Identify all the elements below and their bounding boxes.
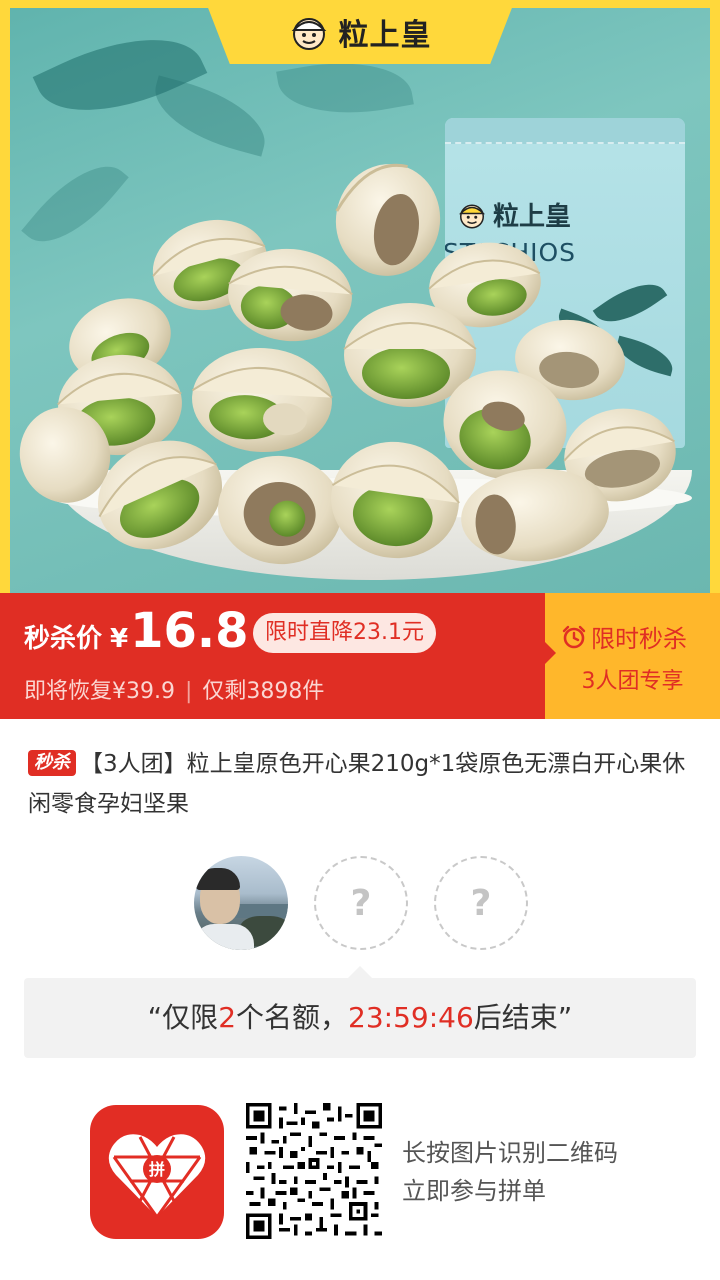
empty-slot-avatar[interactable]: ? <box>314 856 408 950</box>
group-members: ? ? <box>194 856 528 950</box>
brand-name: 粒上皇 <box>338 18 432 53</box>
countdown-mid: 个名额， <box>236 1001 349 1034</box>
question-mark-icon: ? <box>350 882 372 924</box>
slots-remaining: 2 <box>218 1001 237 1034</box>
svg-text:拼: 拼 <box>149 1160 165 1179</box>
price-label: 秒杀价 <box>24 624 103 654</box>
pistachio-pile <box>19 163 676 565</box>
join-group-line: 立即参与拼单 <box>402 1177 546 1205</box>
original-price: 即将恢复¥39.9 <box>24 679 175 704</box>
group-exclusive-label: 3人团专享 <box>581 669 684 694</box>
countdown-prefix: “仅限 <box>147 1001 219 1034</box>
alarm-clock-icon <box>562 625 586 648</box>
empty-slot-avatar[interactable]: ? <box>434 856 528 950</box>
price-subline: 即将恢复¥39.9 | 仅剩3898件 <box>24 673 324 705</box>
flash-sale-label: 限时秒杀 <box>591 625 687 653</box>
member-avatar[interactable] <box>194 856 288 950</box>
product-hero-image: 粒上皇 STACHIOS 心果 <box>0 0 720 593</box>
flash-sale-panel: 限时秒杀 3人团专享 <box>544 593 720 719</box>
sale-price: 16.8 <box>130 603 249 659</box>
product-title-text: 【3人团】粒上皇原色开心果210g*1袋原色无漂白开心果休闲零食孕妇坚果 <box>28 751 686 817</box>
price-drop-pill: 限时直降23.1元 <box>253 613 436 653</box>
countdown-timer: 23:59:46 <box>348 1001 474 1034</box>
stock-remaining: 仅剩3898件 <box>202 679 325 704</box>
divider: | <box>184 679 193 704</box>
question-mark-icon: ? <box>470 882 492 924</box>
countdown-suffix: 后结束” <box>473 1001 573 1034</box>
product-title: 秒杀 【3人团】粒上皇原色开心果210g*1袋原色无漂白开心果休闲零食孕妇坚果 <box>28 744 698 824</box>
currency-symbol: ¥ <box>110 624 129 654</box>
price-bar: 秒杀价 ¥ 16.8 限时直降23.1元 即将恢复¥39.9 | 仅剩3898件 <box>0 593 545 719</box>
flash-sale-title: 限时秒杀 <box>561 619 687 654</box>
flash-sale-badge: 秒杀 <box>28 750 76 776</box>
scan-instructions: 长按图片识别二维码 立即参与拼单 <box>402 1134 618 1210</box>
pinduoduo-app-icon: 拼 <box>90 1105 224 1239</box>
qr-code[interactable] <box>246 1103 382 1239</box>
mascot-icon <box>291 18 326 50</box>
scan-instruction-line: 长按图片识别二维码 <box>402 1139 618 1167</box>
countdown-banner: “仅限2个名额，23:59:46后结束” <box>24 966 696 1058</box>
brand-logo-tab: 粒上皇 <box>205 0 515 64</box>
